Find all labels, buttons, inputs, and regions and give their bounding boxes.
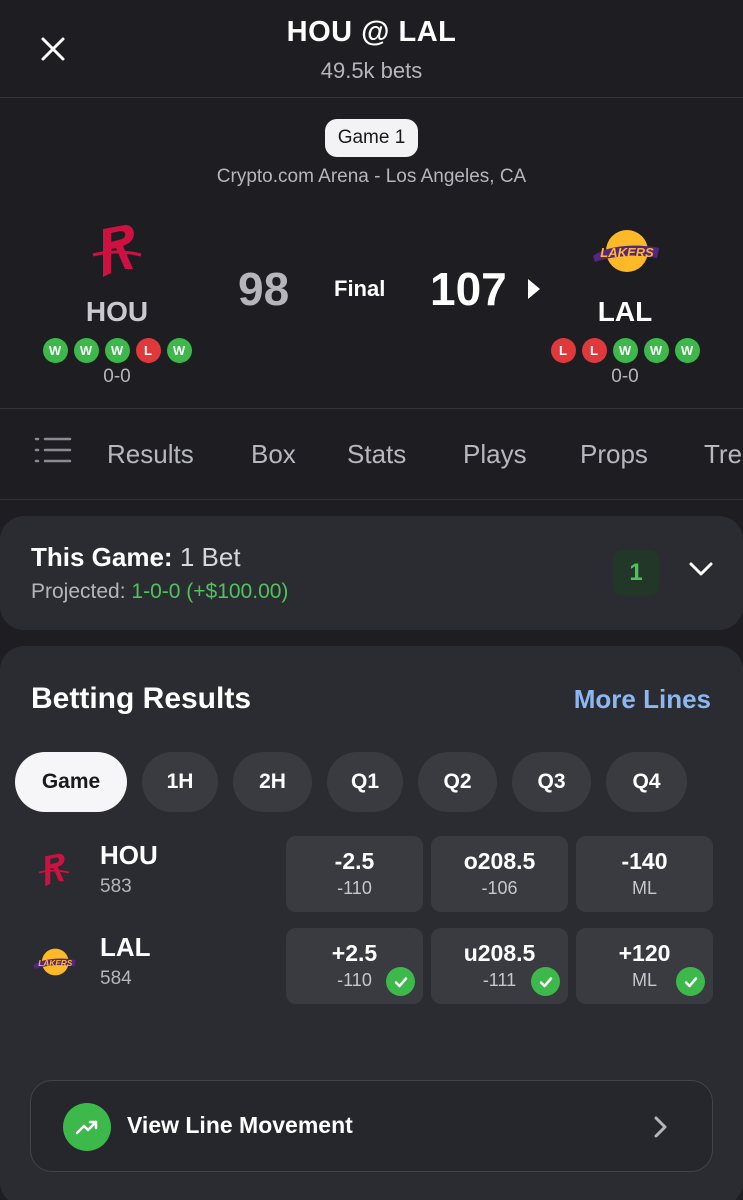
home-form: L L W W W — [540, 338, 710, 363]
header: HOU @ LAL 49.5k bets — [0, 0, 743, 98]
svg-text:LAKERS: LAKERS — [600, 245, 654, 260]
checkmark-icon — [676, 967, 705, 996]
projected-value: 1-0-0 (+$100.00) — [131, 580, 289, 603]
lakers-logo-icon: LAKERS — [30, 942, 78, 982]
spread-odds-lal[interactable]: +2.5 -110 — [286, 928, 423, 1004]
period-q4[interactable]: Q4 — [606, 752, 687, 812]
form-result: W — [73, 338, 99, 363]
tab-bar: Results Box Stats Plays Props Tre — [0, 408, 743, 500]
tab-props[interactable]: Props — [580, 439, 648, 470]
team-row-lal: LAKERS LAL 584 — [30, 928, 280, 1004]
form-result: W — [612, 338, 638, 363]
tab-stats[interactable]: Stats — [347, 439, 406, 470]
form-result: L — [135, 338, 161, 363]
projected-label: Projected: — [31, 580, 126, 603]
odds-price: -110 — [337, 878, 372, 898]
odds-price: -106 — [481, 878, 518, 898]
period-q1[interactable]: Q1 — [327, 752, 403, 812]
form-result: W — [166, 338, 192, 363]
lakers-logo-icon: LAKERS — [540, 218, 710, 284]
home-score: 107 — [430, 263, 507, 315]
this-game-card[interactable]: This Game: 1 Bet Projected: 1-0-0 (+$100… — [0, 516, 743, 630]
betting-results-title: Betting Results — [31, 682, 252, 715]
odds-line: u208.5 — [463, 940, 536, 966]
moneyline-odds-hou[interactable]: -140 ML — [576, 836, 713, 912]
line-movement-label: View Line Movement — [127, 1112, 353, 1138]
row-team-abbr: HOU — [100, 840, 158, 870]
team-row-hou: HOU 583 — [30, 836, 280, 912]
game-detail-screen: HOU @ LAL 49.5k bets Game 1 Crypto.com A… — [0, 0, 743, 1200]
checkmark-icon — [386, 967, 415, 996]
trending-up-icon — [63, 1103, 111, 1151]
this-game-label: This Game: — [31, 542, 173, 572]
total-odds-hou[interactable]: o208.5 -106 — [431, 836, 568, 912]
odds-line: -2.5 — [334, 848, 375, 874]
list-menu-icon[interactable] — [34, 435, 72, 465]
chevron-down-icon[interactable] — [688, 556, 714, 582]
tab-results[interactable]: Results — [107, 439, 194, 470]
tab-box[interactable]: Box — [251, 439, 296, 470]
row-team-abbr: LAL — [100, 932, 151, 962]
game-status: Final — [334, 276, 386, 301]
period-2h[interactable]: 2H — [233, 752, 312, 812]
betting-results-card: Betting Results More Lines Game 1H 2H Q1… — [0, 646, 743, 1200]
view-line-movement-button[interactable]: View Line Movement — [30, 1080, 713, 1172]
form-result: W — [42, 338, 68, 363]
form-result: W — [674, 338, 700, 363]
away-abbr: HOU — [85, 296, 149, 327]
row-rotation-number: 584 — [100, 968, 132, 989]
home-record: 0-0 — [611, 366, 639, 387]
odds-line: +120 — [618, 940, 671, 966]
projected-line: Projected: 1-0-0 (+$100.00) — [31, 580, 288, 604]
form-result: L — [550, 338, 576, 363]
away-record: 0-0 — [103, 366, 131, 387]
odds-line: o208.5 — [463, 848, 536, 874]
tab-plays[interactable]: Plays — [463, 439, 527, 470]
checkmark-icon — [531, 967, 560, 996]
period-1h[interactable]: 1H — [142, 752, 218, 812]
this-game-title: This Game: 1 Bet — [31, 542, 241, 573]
period-q2[interactable]: Q2 — [418, 752, 497, 812]
row-rotation-number: 583 — [100, 876, 132, 897]
form-result: W — [643, 338, 669, 363]
bet-count-badge: 1 — [613, 550, 659, 596]
home-abbr: LAL — [597, 296, 653, 327]
form-result: L — [581, 338, 607, 363]
period-q3[interactable]: Q3 — [512, 752, 591, 812]
bet-count: 49.5k bets — [320, 58, 423, 83]
more-lines-link[interactable]: More Lines — [574, 684, 711, 715]
moneyline-odds-lal[interactable]: +120 ML — [576, 928, 713, 1004]
tab-trends[interactable]: Tre — [704, 439, 742, 470]
away-team[interactable]: HOU W W W L W 0-0 — [32, 218, 202, 388]
period-game[interactable]: Game — [15, 752, 127, 812]
venue: Crypto.com Arena - Los Angeles, CA — [216, 166, 527, 187]
rockets-logo-icon — [32, 218, 202, 284]
home-team[interactable]: LAKERS LAL L L W W W 0-0 — [540, 218, 710, 388]
odds-line: +2.5 — [331, 940, 378, 966]
rockets-logo-icon — [30, 850, 78, 890]
odds-line: -140 — [621, 848, 668, 874]
page-title: HOU @ LAL — [286, 16, 457, 48]
away-score: 98 — [238, 263, 290, 315]
odds-price: ML — [631, 878, 657, 898]
form-result: W — [104, 338, 130, 363]
total-odds-lal[interactable]: u208.5 -111 — [431, 928, 568, 1004]
game-label: Game 1 — [325, 119, 418, 157]
svg-text:LAKERS: LAKERS — [38, 958, 73, 968]
spread-odds-hou[interactable]: -2.5 -110 — [286, 836, 423, 912]
this-game-bets: 1 Bet — [179, 542, 241, 572]
chevron-right-icon — [654, 1116, 667, 1138]
away-form: W W W L W — [32, 338, 202, 363]
